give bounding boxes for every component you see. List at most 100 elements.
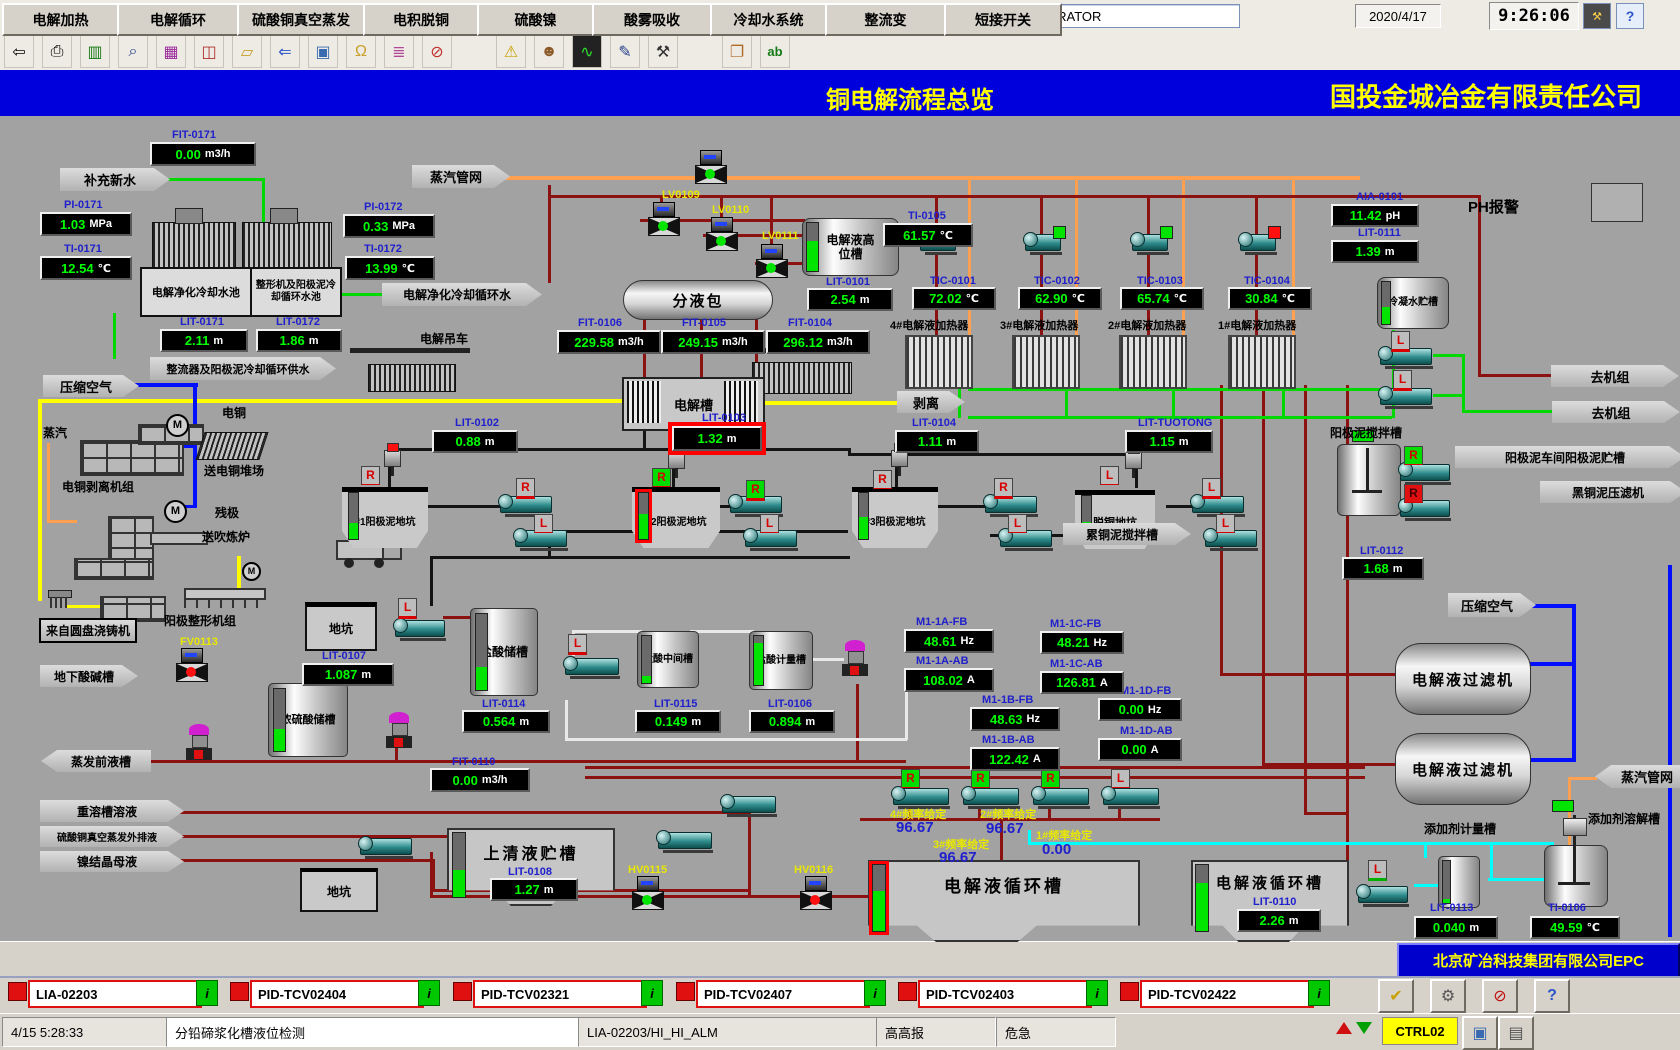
banner-purified-cooling-water[interactable]: 电解净化冷却循环水	[382, 283, 542, 306]
alarm-tag-pid-tcv02403[interactable]: PID-TCV02403	[918, 980, 1092, 1008]
toolbar-columns-button[interactable]: ▥	[80, 35, 110, 68]
display-m11aab[interactable]: 108.02A	[904, 668, 994, 692]
control-valve[interactable]	[386, 712, 412, 748]
display-lit0107[interactable]: 1.087m	[302, 663, 394, 686]
display-ti0106[interactable]: 49.59℃	[1530, 916, 1620, 939]
control-valve[interactable]	[186, 724, 212, 760]
status-alarm-message[interactable]: 分铅碲浆化槽液位检测	[166, 1017, 580, 1047]
display-lit0106[interactable]: 0.894m	[749, 710, 835, 733]
valve-hv0116[interactable]	[800, 876, 830, 910]
display-fit0104[interactable]: 296.12m3/h	[766, 330, 870, 354]
display-lit0112[interactable]: 1.68m	[1342, 557, 1424, 580]
display-lit-tuotong[interactable]: 1.15m	[1125, 430, 1213, 453]
alarm-info-button[interactable]: i	[196, 980, 218, 1006]
toolbar-page-switch-button[interactable]: ❐	[722, 35, 752, 68]
display-fit0105[interactable]: 249.15m3/h	[661, 330, 765, 354]
banner-pre-evaporation-tank[interactable]: 蒸发前液槽	[41, 750, 151, 772]
ack-alarm-button[interactable]: ✔	[1378, 979, 1414, 1013]
display-m11bfb[interactable]: 48.63Hz	[970, 707, 1060, 731]
toolbar-print-button[interactable]: ⎙	[42, 35, 72, 68]
banner-redissolve-solution[interactable]: 重溶槽溶液	[40, 800, 184, 822]
display-lit0171[interactable]: 2.11m	[160, 329, 248, 352]
alarm-help-button[interactable]: ?	[1534, 979, 1570, 1013]
valve-lv0111[interactable]	[756, 244, 786, 278]
banner-nickel-mother-liquor[interactable]: 镍结晶母液	[40, 851, 184, 872]
banner-compressed-air-right[interactable]: 压缩空气	[1448, 593, 1536, 617]
display-m11dab[interactable]: 0.00A	[1098, 738, 1182, 761]
alarm-info-button[interactable]: i	[1308, 980, 1330, 1006]
circulation-pump-2[interactable]	[1033, 788, 1089, 805]
display-lit0111[interactable]: 1.39m	[1331, 240, 1419, 263]
valve-fv0113[interactable]	[176, 648, 206, 682]
display-fit0106[interactable]: 229.58m3/h	[557, 330, 661, 354]
scroll-down-icon[interactable]	[1356, 1022, 1372, 1034]
alarm-tag-pid-tcv02321[interactable]: PID-TCV02321	[473, 980, 647, 1008]
toolbar-screen-button[interactable]: ▣	[308, 35, 338, 68]
banner-underground-acid-tank[interactable]: 地下酸碱槽	[40, 665, 138, 687]
display-fit0110[interactable]: 0.00m3/h	[430, 768, 530, 792]
display-lit0110[interactable]: 2.26m	[1237, 909, 1321, 932]
banner-black-copper-slime-mixer[interactable]: 累铜泥搅拌槽	[1063, 523, 1191, 545]
valve-lv0110[interactable]	[706, 217, 736, 251]
help-button[interactable]: ?	[1616, 3, 1644, 29]
banner-compressed-air-left[interactable]: 压缩空气	[43, 375, 139, 397]
status-screen-button[interactable]: ▣	[1462, 1016, 1498, 1050]
tab-cooling-water-system[interactable]: 冷却水系统	[710, 3, 827, 36]
alarm-info-button[interactable]: i	[641, 980, 663, 1006]
display-ti0172[interactable]: 13.99℃	[345, 256, 435, 280]
display-ti0171[interactable]: 12.54℃	[40, 256, 132, 280]
display-lit0101[interactable]: 2.54m	[807, 288, 893, 311]
display-pi0171[interactable]: 1.03MPa	[40, 212, 132, 236]
display-m11afb[interactable]: 48.61Hz	[904, 629, 994, 653]
display-lit0113[interactable]: 0.040m	[1414, 916, 1498, 939]
alarm-tag-pid-tcv02407[interactable]: PID-TCV02407	[696, 980, 870, 1008]
display-tic0103[interactable]: 65.74℃	[1120, 287, 1204, 310]
toolbar-report-block-button[interactable]: ⊘	[422, 35, 452, 68]
transfer-pump[interactable]	[658, 832, 712, 849]
display-m11cab[interactable]: 126.81A	[1040, 671, 1124, 694]
display-aia0101[interactable]: 11.42pH	[1331, 204, 1419, 227]
circulation-pump-4[interactable]	[893, 788, 949, 805]
tab-cuso4-vacuum-evaporation[interactable]: 硫酸铜真空蒸发	[237, 3, 365, 36]
display-tic0101[interactable]: 72.02℃	[912, 287, 996, 310]
toolbar-report-button[interactable]: ≣	[384, 35, 414, 68]
hammer-tool-icon[interactable]: ⚒	[1583, 3, 1611, 29]
circulation-pump-3[interactable]	[963, 788, 1019, 805]
valve-lv0109[interactable]	[648, 202, 678, 236]
tab-electrolysis-circulation[interactable]: 电解循环	[117, 3, 239, 36]
display-lit0104[interactable]: 1.11m	[895, 430, 979, 453]
mixer-pump-a[interactable]	[1400, 464, 1450, 481]
banner-rectifier-cooling-supply[interactable]: 整流器及阳极泥冷却循环供水	[150, 357, 336, 380]
tab-nickel-sulfate[interactable]: 硫酸镍	[477, 3, 594, 36]
display-pi0172[interactable]: 0.33MPa	[343, 214, 435, 238]
toolbar-tanks-button[interactable]: ◫	[194, 35, 224, 68]
display-m11cfb[interactable]: 48.21Hz	[1040, 631, 1124, 654]
banner-to-unit-2[interactable]: 去机组	[1552, 401, 1680, 423]
scroll-up-icon[interactable]	[1336, 1022, 1352, 1034]
toolbar-chart-edit-button[interactable]: ✎	[610, 35, 640, 68]
banner-steam-network-bottom[interactable]: 蒸汽管网	[1595, 765, 1680, 788]
tab-short-circuit-switch[interactable]: 短接开关	[944, 3, 1062, 36]
display-lit0115[interactable]: 0.149m	[635, 710, 721, 733]
display-lit0108[interactable]: 1.27m	[490, 878, 578, 901]
alarm-info-button[interactable]: i	[418, 980, 440, 1006]
display-m11dfb[interactable]: 0.00Hz	[1098, 698, 1182, 721]
toolbar-open-folder-button[interactable]: ▱	[232, 35, 262, 68]
tab-electrowinning-decopper[interactable]: 电积脱铜	[363, 3, 479, 36]
electrolyte-filter-2[interactable]: 电解液过滤机	[1395, 733, 1531, 805]
alarm-config-button[interactable]: ⚙	[1430, 979, 1466, 1013]
display-tic0102[interactable]: 62.90℃	[1018, 287, 1102, 310]
alarm-info-button[interactable]: i	[1086, 980, 1108, 1006]
alarm-info-button[interactable]: i	[864, 980, 886, 1006]
toolbar-bell-button[interactable]: Ω	[346, 35, 376, 68]
banner-slime-to-slime-plant[interactable]: 阳极泥车间阳极泥贮槽	[1455, 446, 1680, 468]
tab-rectifier-transformer[interactable]: 整流变	[825, 3, 946, 36]
display-lit0102[interactable]: 0.88m	[432, 430, 518, 453]
alarm-stop-button[interactable]: ⊘	[1482, 979, 1518, 1013]
transfer-pump[interactable]	[360, 838, 412, 855]
valve-steam-top[interactable]	[695, 150, 725, 184]
display-fit0171[interactable]: 0.00m3/h	[150, 142, 256, 166]
additive-pump[interactable]	[1358, 886, 1408, 903]
hcl-transfer-pump[interactable]	[565, 658, 619, 675]
banner-makeup-water[interactable]: 补充新水	[60, 168, 170, 191]
